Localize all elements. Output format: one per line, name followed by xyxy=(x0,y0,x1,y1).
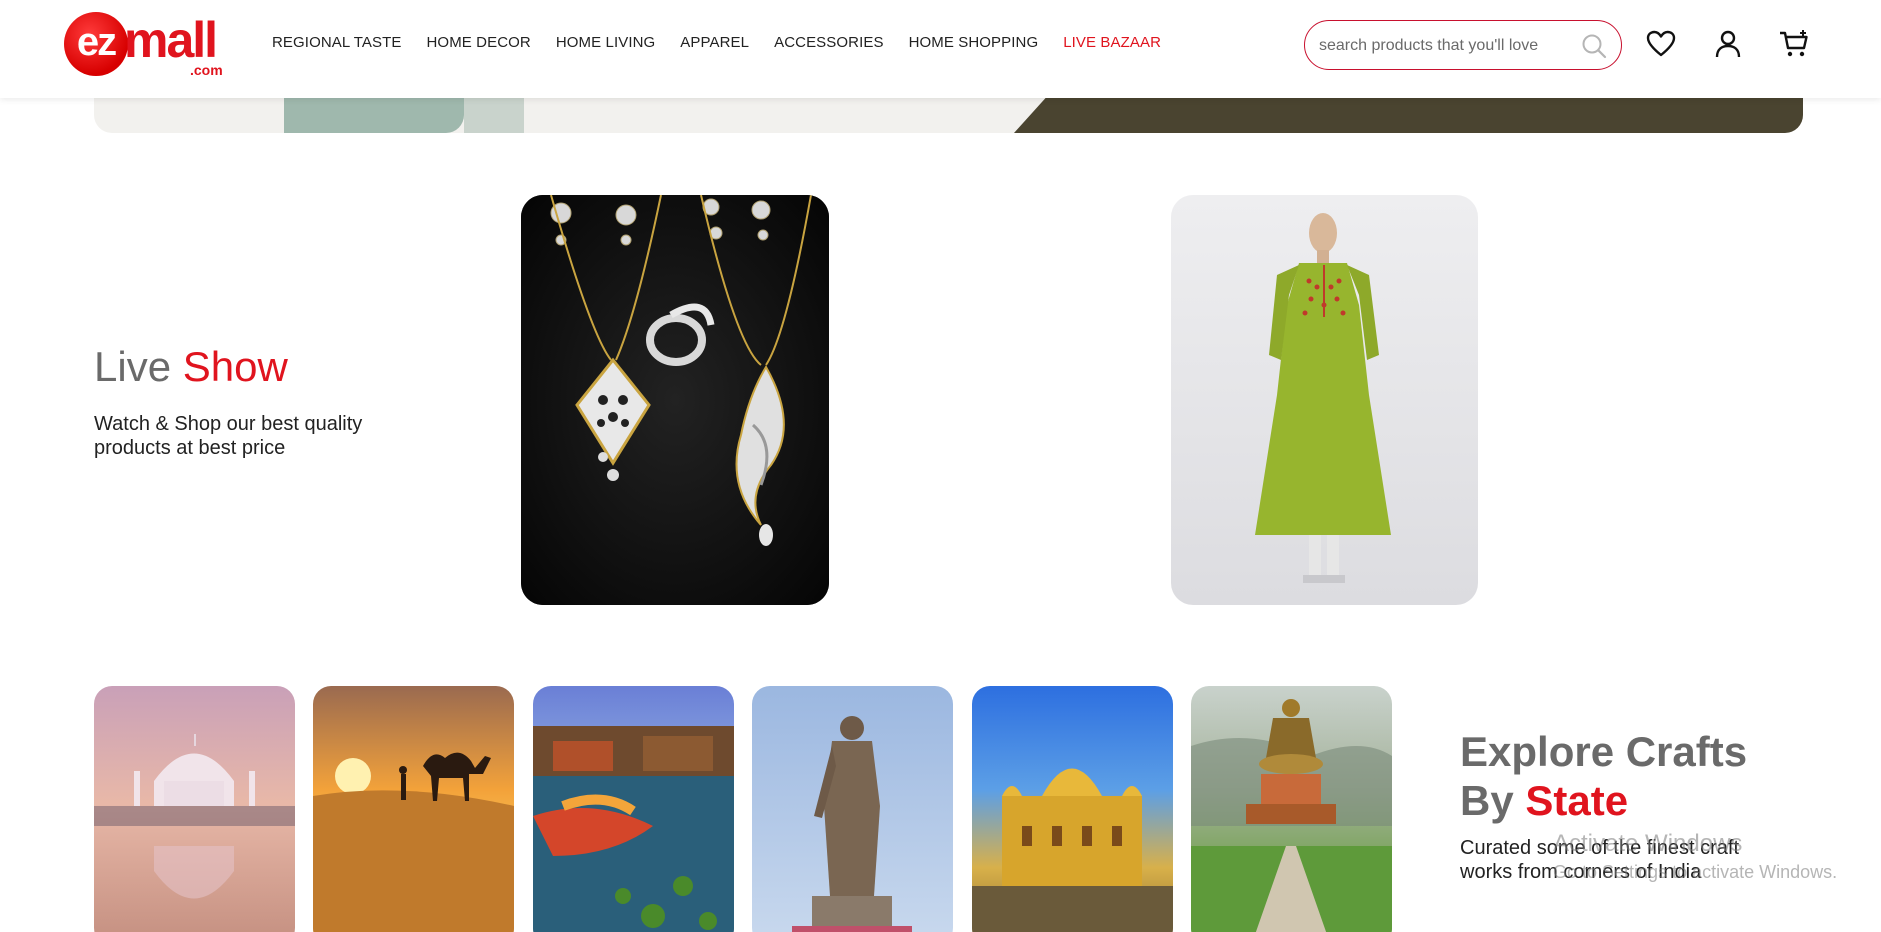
nav-accessories[interactable]: ACCESSORIES xyxy=(774,34,883,51)
explore-title-plain: By xyxy=(1460,777,1514,824)
banner-decor-block xyxy=(1014,98,1803,133)
explore-title-accent: State xyxy=(1525,777,1629,824)
ezmall-logo[interactable]: ez mall .com xyxy=(64,10,230,80)
buddha-statue-image xyxy=(1191,699,1392,932)
state-card-punjab[interactable] xyxy=(972,686,1173,932)
banner-decor-block xyxy=(464,98,524,133)
cart-icon[interactable] xyxy=(1778,28,1810,60)
heart-icon[interactable] xyxy=(1645,28,1677,60)
activate-windows-watermark: Activate Windows xyxy=(1553,830,1743,857)
logo-com-text: .com xyxy=(190,62,223,78)
live-show-title-accent: Show xyxy=(182,343,288,390)
state-card-gujarat[interactable] xyxy=(752,686,953,932)
hero-banner-bottom[interactable] xyxy=(94,98,1803,133)
live-show-card-jewellery[interactable] xyxy=(521,195,829,605)
search-input[interactable] xyxy=(1319,34,1575,58)
dal-lake-shikara-image xyxy=(533,726,734,932)
green-kurta-image xyxy=(1255,213,1391,583)
live-show-card-apparel[interactable] xyxy=(1171,195,1478,605)
search-icon[interactable] xyxy=(1581,33,1607,59)
state-card-sikkim[interactable] xyxy=(1191,686,1392,932)
live-show-subtitle: Watch & Shop our best quality products a… xyxy=(94,413,363,459)
state-card-kashmir[interactable] xyxy=(533,686,734,932)
jewellery-pendants-image xyxy=(521,195,829,605)
activate-windows-hint: Go to Settings to activate Windows. xyxy=(1553,862,1838,882)
state-card-taj-mahal[interactable] xyxy=(94,686,295,932)
nav-live-bazaar[interactable]: LIVE BAZAAR xyxy=(1063,34,1161,51)
nav-home-living[interactable]: HOME LIVING xyxy=(556,34,655,51)
logo-mall-text: mall xyxy=(124,12,218,68)
state-card-rajasthan[interactable] xyxy=(313,686,514,932)
user-icon[interactable] xyxy=(1712,28,1744,60)
site-header: ez mall .com REGIONAL TASTE HOME DECOR H… xyxy=(0,0,1881,98)
nav-home-decor[interactable]: HOME DECOR xyxy=(427,34,531,51)
golden-temple-image xyxy=(972,768,1173,932)
taj-mahal-image xyxy=(94,734,295,899)
nav-regional-taste[interactable]: REGIONAL TASTE xyxy=(272,34,402,51)
main-nav: REGIONAL TASTE HOME DECOR HOME LIVING AP… xyxy=(272,34,1186,51)
explore-crafts-title: Explore Crafts By State xyxy=(1460,727,1820,825)
search-box xyxy=(1304,20,1622,70)
desert-camel-image xyxy=(313,752,514,932)
logo-ez-badge: ez xyxy=(64,12,128,76)
live-show-title-plain: Live xyxy=(94,343,172,390)
nav-home-shopping[interactable]: HOME SHOPPING xyxy=(909,34,1039,51)
nav-apparel[interactable]: APPAREL xyxy=(680,34,749,51)
explore-title-line1: Explore Crafts xyxy=(1460,728,1748,775)
statue-of-unity-image xyxy=(792,716,912,932)
live-show-title: Live Show xyxy=(94,343,288,391)
banner-decor-block xyxy=(284,98,464,133)
